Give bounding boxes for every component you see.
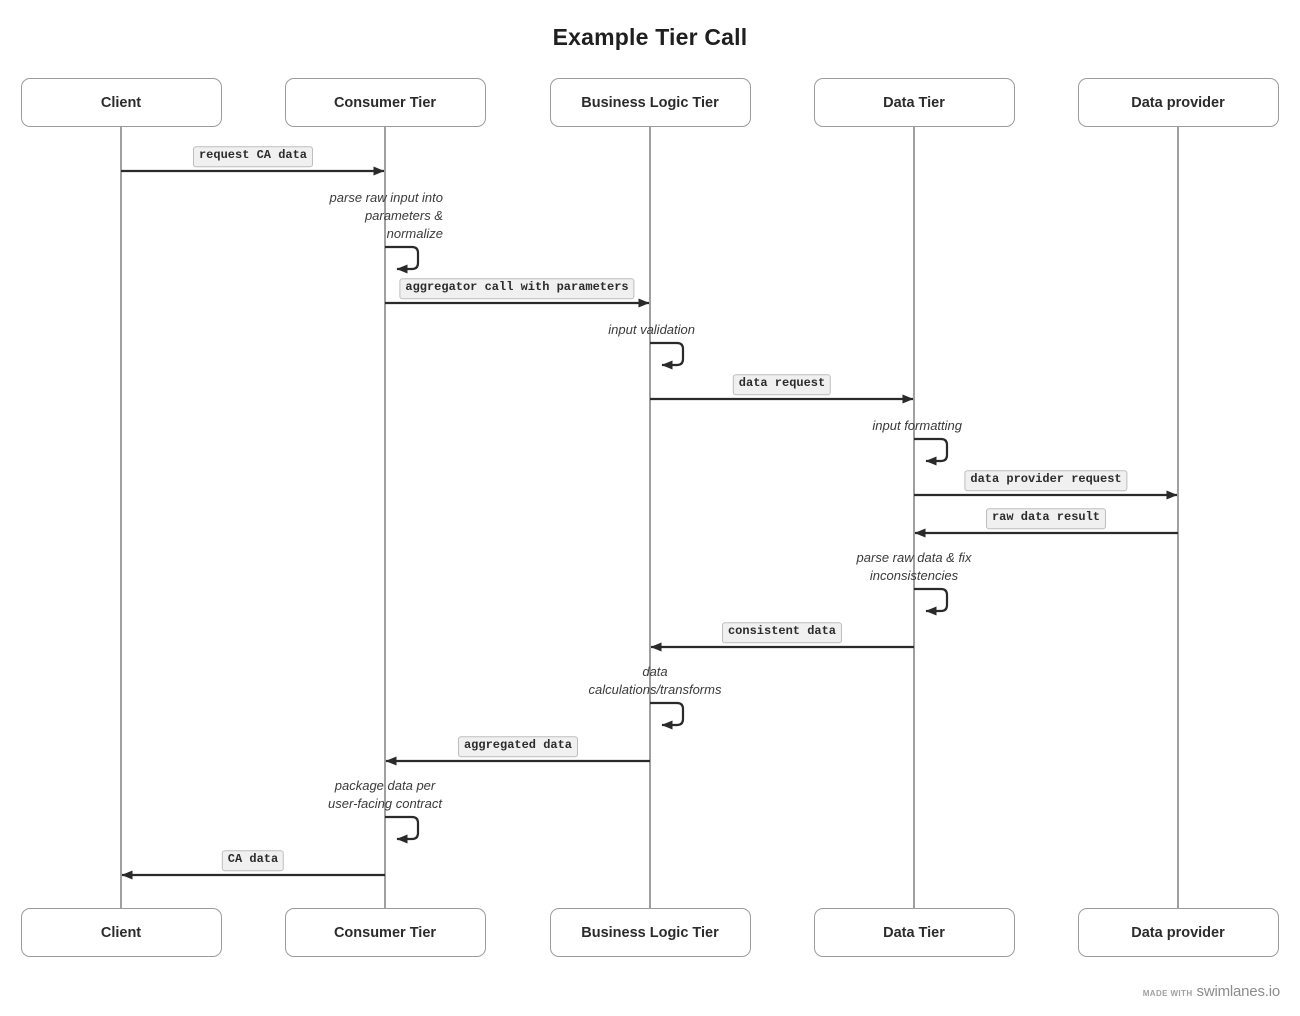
participant-box-consumer-bottom[interactable]: Consumer Tier <box>284 908 486 957</box>
lifeline-datatier <box>913 127 915 908</box>
lifeline-provider <box>1177 127 1179 908</box>
self-call-loop-s3 <box>914 437 949 466</box>
self-call-note-s2: input validation <box>608 322 695 337</box>
participant-label: Consumer Tier <box>333 94 437 111</box>
participant-label: Client <box>100 924 142 941</box>
self-call-note-s4: parse raw data & fix inconsistencies <box>856 550 972 583</box>
participant-label: Data provider <box>1131 924 1225 941</box>
participant-box-provider-top[interactable]: Data provider <box>1077 78 1279 127</box>
participant-label: Data provider <box>1131 94 1225 111</box>
lifeline-business <box>649 127 651 908</box>
page-title: Example Tier Call <box>552 24 748 50</box>
participant-box-provider-bottom[interactable]: Data provider <box>1077 908 1279 957</box>
self-call-loop-s4 <box>914 587 949 616</box>
message-label-m6: consistent data <box>721 622 843 643</box>
participant-label: Data Tier <box>883 94 945 111</box>
self-call-note-s5: data calculations/transforms <box>588 664 722 697</box>
message-label-m2: aggregator call with parameters <box>399 278 635 299</box>
participant-label: Consumer Tier <box>333 924 437 941</box>
self-call-loop-s5 <box>650 701 685 730</box>
participant-box-business-bottom[interactable]: Business Logic Tier <box>549 908 751 957</box>
participant-box-datatier-top[interactable]: Data Tier <box>813 78 1015 127</box>
self-call-loop-s6 <box>385 815 420 844</box>
self-call-note-s6: package data per user-facing contract <box>328 778 442 811</box>
participant-box-client-bottom[interactable]: Client <box>20 908 222 957</box>
message-label-m4: data provider request <box>964 470 1128 491</box>
participant-label: Business Logic Tier <box>581 94 719 111</box>
self-call-loop-s1 <box>385 245 420 274</box>
participant-box-consumer-top[interactable]: Consumer Tier <box>284 78 486 127</box>
participant-label: Client <box>100 94 142 111</box>
watermark-brand: swimlanes.io <box>1196 983 1281 1000</box>
self-call-note-s3: input formatting <box>872 418 962 433</box>
self-call-loop-s2 <box>650 341 685 370</box>
message-label-m3: data request <box>732 374 832 395</box>
participant-box-business-top[interactable]: Business Logic Tier <box>549 78 751 127</box>
watermark: made with swimlanes.io <box>1143 983 1280 1000</box>
lifeline-client <box>120 127 122 908</box>
message-label-m8: CA data <box>221 850 285 871</box>
participant-label: Business Logic Tier <box>581 924 719 941</box>
self-call-note-s1: parse raw input into parameters & normal… <box>329 190 443 241</box>
message-label-m7: aggregated data <box>457 736 579 757</box>
message-label-m5: raw data result <box>985 508 1107 529</box>
watermark-prefix: made with <box>1142 989 1193 998</box>
participant-box-client-top[interactable]: Client <box>20 78 222 127</box>
message-label-m1: request CA data <box>192 146 314 167</box>
participant-label: Data Tier <box>883 924 945 941</box>
participant-box-datatier-bottom[interactable]: Data Tier <box>813 908 1015 957</box>
